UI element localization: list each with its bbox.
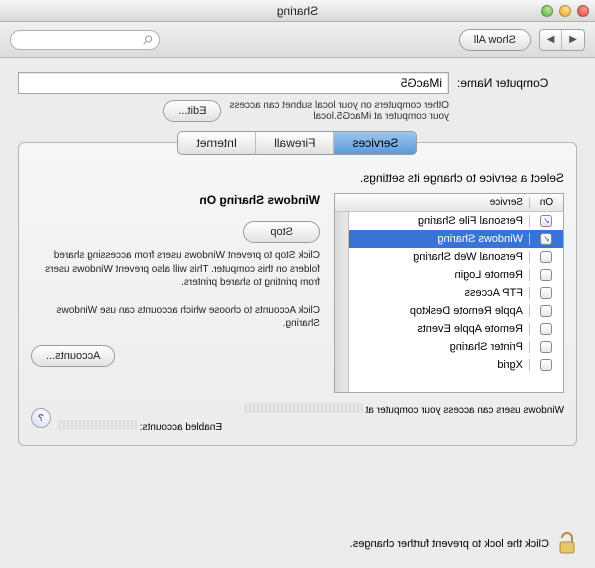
panel-body: On Service ✓ Personal File Sharing ✓ Window…	[31, 193, 564, 393]
service-name: Xgrid	[349, 359, 529, 371]
service-row[interactable]: FTP Access	[349, 284, 563, 302]
search-field[interactable]	[10, 30, 160, 50]
column-header-service[interactable]: Service	[335, 197, 529, 208]
service-rows: ✓ Personal File Sharing ✓ Windows Sharing Pe…	[349, 212, 563, 392]
computer-name-label: Computer Name:	[457, 76, 577, 90]
accounts-help-text: Click Accounts to choose which accounts …	[31, 304, 320, 331]
service-name: Remote Login	[349, 269, 529, 281]
service-row[interactable]: Remote Apple Events	[349, 320, 563, 338]
service-row[interactable]: ✓ Personal File Sharing	[349, 212, 563, 230]
lock-icon[interactable]	[557, 532, 577, 556]
service-checkbox[interactable]	[541, 287, 553, 299]
computer-name-input[interactable]	[18, 72, 449, 94]
panel-footer: Windows users can access your computer a…	[31, 403, 564, 433]
service-row[interactable]: Personal Web Sharing	[349, 248, 563, 266]
service-name: Apple Remote Desktop	[349, 305, 529, 317]
service-checkbox[interactable]	[541, 323, 553, 335]
service-checkbox[interactable]	[541, 341, 553, 353]
search-input[interactable]	[17, 34, 138, 46]
tab-bar: Services Firewall Internet	[177, 131, 417, 155]
service-checkbox[interactable]: ✓	[541, 215, 553, 227]
service-name: Windows Sharing	[349, 233, 529, 245]
enabled-accounts-obscured	[57, 420, 137, 430]
service-row[interactable]: Remote Login	[349, 266, 563, 284]
stop-button[interactable]: Stop	[243, 221, 320, 243]
window-title: Sharing	[0, 4, 595, 18]
show-all-label: Show All	[474, 34, 516, 46]
nav-back-forward: ◀ ▶	[539, 29, 585, 51]
service-checkbox[interactable]	[541, 269, 553, 281]
help-button[interactable]: ?	[31, 408, 51, 428]
column-header-on[interactable]: On	[529, 197, 563, 208]
edit-label: Edit...	[178, 105, 206, 117]
detail-title: Windows Sharing On	[31, 193, 320, 207]
service-list: On Service ✓ Personal File Sharing ✓ Window…	[334, 193, 564, 393]
computer-name-row: Computer Name:	[18, 72, 577, 94]
lock-text: Click the lock to prevent further change…	[350, 538, 549, 550]
service-name: Printer Sharing	[349, 341, 529, 353]
service-name: Remote Apple Events	[349, 323, 529, 335]
access-address-obscured	[243, 403, 363, 413]
accounts-button[interactable]: Accounts...	[31, 345, 115, 367]
computer-name-hint: Other computers on your local subnet can…	[18, 100, 449, 122]
tab-internet[interactable]: Internet	[178, 132, 256, 154]
service-name: Personal Web Sharing	[349, 251, 529, 263]
enabled-text: Enabled accounts:	[140, 422, 222, 433]
service-name: Personal File Sharing	[349, 215, 529, 227]
window-titlebar: Sharing	[0, 0, 595, 22]
service-checkbox[interactable]: ✓	[541, 233, 553, 245]
accounts-label: Accounts...	[46, 350, 100, 362]
show-all-button[interactable]: Show All	[459, 29, 531, 51]
service-row[interactable]: Xgrid	[349, 356, 563, 374]
service-detail: Windows Sharing On Stop Click Stop to pr…	[31, 193, 320, 393]
service-checkbox[interactable]	[541, 359, 553, 371]
toolbar: ◀ ▶ Show All	[0, 22, 595, 58]
panel-heading: Select a service to change its settings.	[31, 171, 564, 185]
service-checkbox[interactable]	[541, 305, 553, 317]
service-list-header: On Service	[335, 194, 563, 212]
service-row[interactable]: Apple Remote Desktop	[349, 302, 563, 320]
search-icon	[142, 34, 153, 46]
service-name: FTP Access	[349, 287, 529, 299]
tab-firewall[interactable]: Firewall	[256, 132, 334, 154]
access-text: Windows users can access your computer a…	[366, 405, 564, 416]
hint-line-1: Other computers on your local subnet can…	[229, 100, 449, 111]
nav-forward-button[interactable]: ▶	[540, 30, 562, 50]
hint-line-2: your computer at iMacG5.local	[229, 111, 449, 122]
service-checkbox[interactable]	[541, 251, 553, 263]
services-panel: Services Firewall Internet Select a serv…	[18, 142, 577, 446]
scroll-track[interactable]	[335, 212, 349, 392]
service-row[interactable]: Printer Sharing	[349, 338, 563, 356]
nav-back-button[interactable]: ◀	[562, 30, 584, 50]
stop-help-text: Click Stop to prevent Windows users from…	[31, 249, 320, 290]
tab-services[interactable]: Services	[335, 132, 417, 154]
edit-button[interactable]: Edit...	[163, 100, 221, 122]
lock-bar: Click the lock to prevent further change…	[18, 532, 577, 556]
service-row[interactable]: ✓ Windows Sharing	[349, 230, 563, 248]
content-area: Computer Name: Other computers on your l…	[0, 58, 595, 456]
stop-label: Stop	[270, 226, 293, 238]
